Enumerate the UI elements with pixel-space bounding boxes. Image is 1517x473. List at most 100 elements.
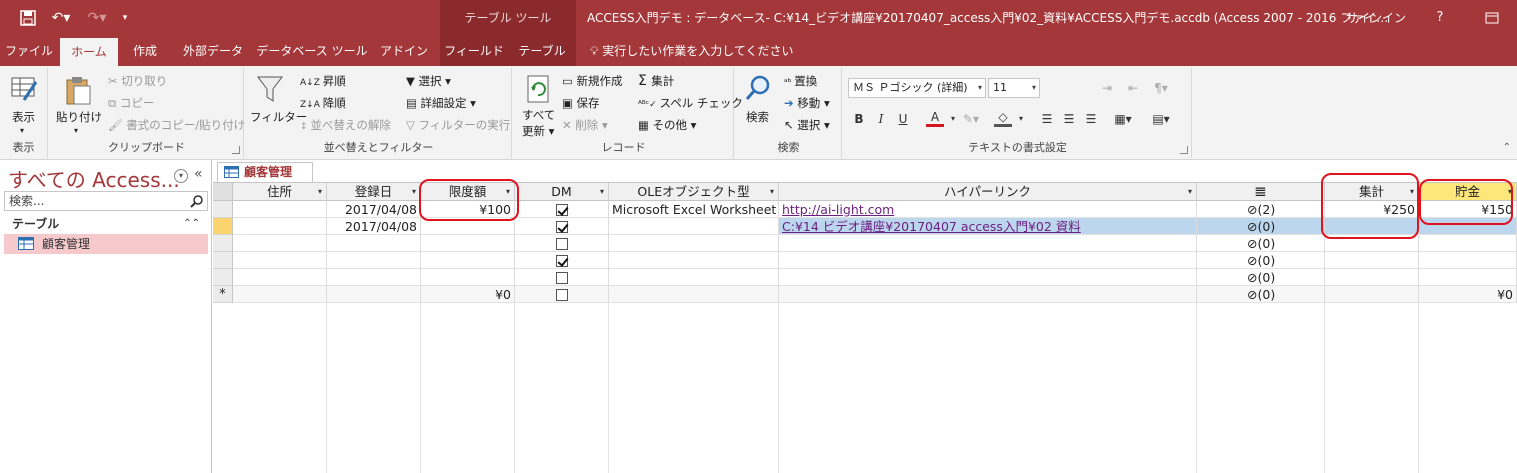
- sort-ascending-button[interactable]: A↓Z 昇順: [300, 72, 346, 92]
- new-record-marker[interactable]: *: [213, 286, 233, 303]
- bold-button[interactable]: B: [850, 110, 868, 128]
- column-dropdown-icon[interactable]: ▾: [412, 183, 416, 201]
- tab-external-data[interactable]: 外部データ: [178, 36, 248, 66]
- table-cell-attachment[interactable]: ⊘(2): [1197, 201, 1325, 218]
- filter-icon[interactable]: [256, 74, 284, 104]
- view-icon[interactable]: [10, 74, 38, 102]
- tab-addins[interactable]: アドイン: [376, 36, 432, 66]
- dm-checkbox[interactable]: [555, 271, 568, 284]
- dm-checkbox[interactable]: [555, 220, 568, 233]
- tab-home[interactable]: ホーム: [60, 38, 118, 66]
- table-cell-total[interactable]: [1325, 286, 1419, 303]
- undo-icon[interactable]: ↶▾: [48, 7, 74, 29]
- table-cell-address[interactable]: [233, 286, 327, 303]
- view-dropdown-icon[interactable]: ▾: [20, 122, 24, 140]
- table-cell-limit[interactable]: [421, 235, 515, 252]
- row-selector[interactable]: [213, 201, 233, 218]
- document-tab[interactable]: 顧客管理: [217, 162, 313, 182]
- column-dropdown-icon[interactable]: ▾: [600, 183, 604, 201]
- filter-button[interactable]: フィルター: [250, 108, 307, 126]
- nav-section-tables[interactable]: テーブル ⌃⌃: [4, 214, 208, 234]
- table-cell-dm[interactable]: [515, 286, 609, 303]
- table-cell-ole[interactable]: Microsoft Excel Worksheet: [609, 201, 779, 218]
- find-icon[interactable]: [744, 74, 772, 102]
- totals-button[interactable]: Σ 集計: [638, 72, 674, 90]
- table-cell-savings[interactable]: [1419, 252, 1517, 269]
- align-right-icon[interactable]: ☰: [1082, 110, 1100, 128]
- table-cell-hyperlink[interactable]: [779, 235, 1197, 252]
- table-cell-total[interactable]: [1325, 252, 1419, 269]
- clipboard-dialog-launcher-icon[interactable]: [232, 146, 240, 154]
- table-cell-hyperlink[interactable]: [779, 286, 1197, 303]
- table-cell-limit[interactable]: ¥0: [421, 286, 515, 303]
- dm-checkbox[interactable]: [555, 254, 568, 267]
- nav-item-customer-table[interactable]: 顧客管理: [4, 234, 208, 254]
- tab-table[interactable]: テーブル: [508, 36, 576, 66]
- tab-file[interactable]: ファイル: [0, 36, 58, 66]
- font-color-dropdown-icon[interactable]: ▾: [944, 110, 962, 128]
- table-cell-hyperlink[interactable]: [779, 252, 1197, 269]
- fill-color-icon[interactable]: ◇: [994, 110, 1012, 127]
- table-cell-savings[interactable]: [1419, 235, 1517, 252]
- tell-me-box[interactable]: 💡︎ 実行したい作業を入力してください: [590, 36, 794, 66]
- table-cell-dm[interactable]: [515, 201, 609, 218]
- qat-customize-icon[interactable]: ▾: [118, 7, 132, 29]
- selection-button[interactable]: ▼ 選択 ▾: [406, 72, 451, 90]
- table-cell-date[interactable]: [327, 235, 421, 252]
- dm-checkbox[interactable]: [555, 237, 568, 250]
- nav-pane-title[interactable]: すべての Access...: [8, 164, 180, 193]
- nav-collapse-icon[interactable]: «: [194, 166, 203, 182]
- ribbon-collapse-icon[interactable]: ⌃: [1503, 142, 1511, 153]
- nav-search-input[interactable]: 検索...: [4, 191, 208, 211]
- table-cell-attachment[interactable]: ⊘(0): [1197, 269, 1325, 286]
- table-cell-savings[interactable]: ¥0: [1419, 286, 1517, 303]
- more-button[interactable]: ▦ その他 ▾: [638, 116, 696, 134]
- spelling-button[interactable]: ᴬᴮᶜ✓ スペル チェック: [638, 94, 743, 114]
- fill-dropdown-icon[interactable]: ▾: [1012, 110, 1030, 128]
- goto-button[interactable]: ➔ 移動 ▾: [784, 94, 830, 112]
- column-header-ole[interactable]: OLEオブジェクト型 ▾: [609, 183, 779, 201]
- table-cell-dm[interactable]: [515, 218, 609, 235]
- table-cell-address[interactable]: [233, 235, 327, 252]
- tab-fields[interactable]: フィールド: [440, 36, 508, 66]
- font-dropdown-icon[interactable]: ▾: [978, 79, 982, 97]
- tab-create[interactable]: 作成: [122, 36, 168, 66]
- table-cell-hyperlink[interactable]: http://ai-light.com: [779, 201, 1197, 218]
- table-cell-date[interactable]: [327, 269, 421, 286]
- column-dropdown-icon[interactable]: ▾: [318, 183, 322, 201]
- select-all-corner[interactable]: [213, 183, 233, 201]
- table-cell-dm[interactable]: [515, 269, 609, 286]
- select-button[interactable]: ↖ 選択 ▾: [784, 116, 830, 134]
- row-selector-current[interactable]: [213, 218, 233, 235]
- nav-dropdown-icon[interactable]: ▾: [174, 169, 188, 183]
- font-color-icon[interactable]: A: [926, 110, 944, 127]
- refresh-all-label2[interactable]: 更新 ▾: [522, 122, 554, 140]
- table-cell-date[interactable]: [327, 286, 421, 303]
- table-cell-attachment[interactable]: ⊘(0): [1197, 218, 1325, 235]
- row-selector[interactable]: [213, 235, 233, 252]
- font-size-combo[interactable]: 11 ▾: [988, 78, 1040, 98]
- alt-row-color-icon[interactable]: ▤▾: [1152, 110, 1170, 128]
- column-header-dm[interactable]: DM ▾: [515, 183, 609, 201]
- table-cell-address[interactable]: [233, 218, 327, 235]
- paste-dropdown-icon[interactable]: ▾: [74, 122, 78, 140]
- table-cell-ole[interactable]: [609, 286, 779, 303]
- table-cell-total[interactable]: [1325, 269, 1419, 286]
- table-cell-ole[interactable]: [609, 252, 779, 269]
- table-cell-ole[interactable]: [609, 269, 779, 286]
- refresh-all-icon[interactable]: [526, 74, 550, 104]
- table-cell-dm[interactable]: [515, 252, 609, 269]
- table-cell-address[interactable]: [233, 269, 327, 286]
- section-collapse-icon[interactable]: ⌃⌃: [183, 214, 200, 234]
- tab-database-tools[interactable]: データベース ツール: [256, 36, 368, 66]
- text-format-dialog-launcher-icon[interactable]: [1180, 146, 1188, 154]
- table-cell-address[interactable]: [233, 201, 327, 218]
- sort-descending-button[interactable]: Z↓A 降順: [300, 94, 346, 114]
- table-cell-hyperlink[interactable]: C:¥14 ビデオ講座¥20170407 access入門¥02 資料: [779, 218, 1197, 235]
- table-cell-limit[interactable]: [421, 252, 515, 269]
- replace-button[interactable]: ᵃᵇ 置換: [784, 72, 817, 92]
- table-cell-ole[interactable]: [609, 235, 779, 252]
- table-cell-date[interactable]: 2017/04/08: [327, 218, 421, 235]
- help-button[interactable]: ?: [1428, 0, 1452, 36]
- column-header-date[interactable]: 登録日 ▾: [327, 183, 421, 201]
